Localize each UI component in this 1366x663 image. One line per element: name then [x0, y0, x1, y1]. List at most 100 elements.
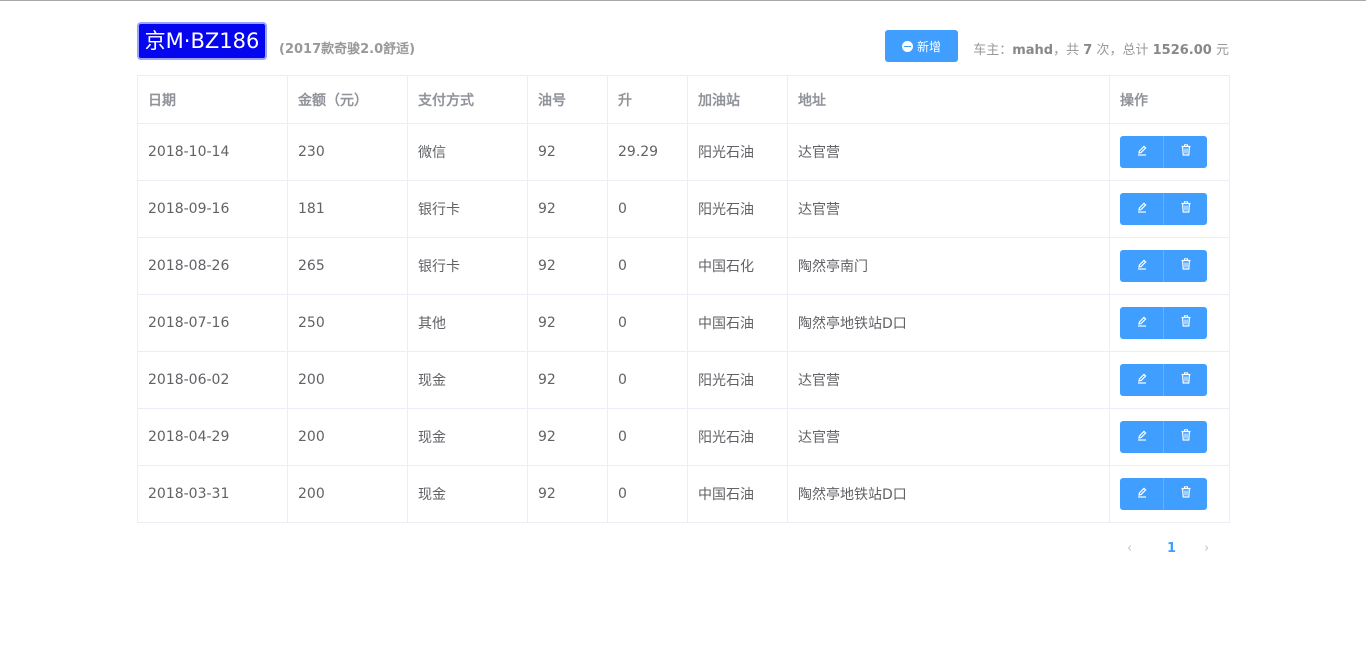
table-cell: 250	[287, 294, 408, 352]
column-header: 日期	[137, 75, 288, 124]
edit-button[interactable]	[1120, 307, 1164, 339]
delete-icon	[1180, 486, 1192, 502]
table-cell: 达官营	[787, 180, 1110, 238]
table-cell: 230	[287, 123, 408, 181]
edit-icon	[1136, 258, 1148, 274]
delete-icon	[1180, 429, 1192, 445]
table-cell: 0	[607, 351, 688, 409]
action-group	[1120, 136, 1219, 168]
table-cell: 2018-06-02	[137, 351, 288, 409]
table-cell: 200	[287, 408, 408, 466]
table-row: 2018-03-31 200 现金 92 0 中国石油 陶然亭地铁站D口	[137, 465, 1230, 523]
row-actions	[1109, 408, 1230, 466]
delete-button[interactable]	[1164, 250, 1207, 282]
table-cell: 中国石油	[687, 294, 788, 352]
owner-name: mahd	[1012, 43, 1054, 58]
table-cell: 92	[527, 294, 608, 352]
table-cell: 陶然亭南门	[787, 237, 1110, 295]
delete-button[interactable]	[1164, 136, 1207, 168]
table-cell: 0	[607, 408, 688, 466]
table-cell: 92	[527, 237, 608, 295]
table-cell: 阳光石油	[687, 123, 788, 181]
record-count: 7	[1083, 43, 1093, 58]
table-cell: 2018-04-29	[137, 408, 288, 466]
table-cell: 达官营	[787, 123, 1110, 181]
car-model: (2017款奇骏2.0舒适)	[279, 42, 416, 57]
table-cell: 92	[527, 408, 608, 466]
delete-icon	[1180, 372, 1192, 388]
summary: 车主：mahd，共 7 次，总计 1526.00 元	[973, 39, 1229, 58]
edit-button[interactable]	[1120, 478, 1164, 510]
table-row: 2018-09-16 181 银行卡 92 0 阳光石油 达官营	[137, 180, 1230, 238]
column-header: 地址	[787, 75, 1110, 124]
table-cell: 2018-07-16	[137, 294, 288, 352]
table-cell: 2018-03-31	[137, 465, 288, 523]
add-button[interactable]: 新增	[885, 30, 958, 62]
table-body: 2018-10-14 230 微信 92 29.29 阳光石油 达官营 2018-09-16 1…	[137, 123, 1230, 523]
row-actions	[1109, 237, 1230, 295]
table-cell: 其他	[407, 294, 528, 352]
delete-icon	[1180, 315, 1192, 331]
owner-prefix: 车主：	[973, 43, 1013, 58]
row-actions	[1109, 123, 1230, 181]
table-row: 2018-10-14 230 微信 92 29.29 阳光石油 达官营	[137, 123, 1230, 181]
edit-button[interactable]	[1120, 193, 1164, 225]
fuel-records-table: 日期 金额（元） 支付方式 油号升加油站 地址 操作 2018-10-14 230 微信 92 2…	[137, 75, 1230, 523]
table-cell: 现金	[407, 408, 528, 466]
chevron-left-icon[interactable]: ‹	[1127, 541, 1132, 556]
table-cell: 陶然亭地铁站D口	[787, 294, 1110, 352]
edit-button[interactable]	[1120, 136, 1164, 168]
table-row: 2018-04-29 200 现金 92 0 阳光石油 达官营	[137, 408, 1230, 466]
edit-icon	[1136, 144, 1148, 160]
edit-button[interactable]	[1120, 250, 1164, 282]
action-group	[1120, 250, 1219, 282]
action-group	[1120, 421, 1219, 453]
row-actions	[1109, 351, 1230, 409]
page-number[interactable]: 1	[1167, 541, 1176, 556]
edit-icon	[1136, 201, 1148, 217]
page-container: 京M·BZ186 (2017款奇骏2.0舒适) 新增 车主：mahd，共 7 次…	[137, 0, 1230, 577]
table-cell: 92	[527, 351, 608, 409]
table-header-row: 日期 金额（元） 支付方式 油号升加油站 地址 操作	[137, 75, 1230, 124]
license-plate: 京M·BZ186	[137, 22, 267, 60]
delete-button[interactable]	[1164, 307, 1207, 339]
total-unit: 元	[1215, 43, 1229, 58]
edit-icon	[1136, 429, 1148, 445]
table-cell: 阳光石油	[687, 408, 788, 466]
table-cell: 29.29	[607, 123, 688, 181]
table-cell: 银行卡	[407, 237, 528, 295]
edit-button[interactable]	[1120, 364, 1164, 396]
table-cell: 200	[287, 351, 408, 409]
delete-button[interactable]	[1164, 364, 1207, 396]
table-row: 2018-08-26 265 银行卡 92 0 中国石化 陶然亭南门	[137, 237, 1230, 295]
column-header: 油号	[527, 75, 608, 124]
table-row: 2018-06-02 200 现金 92 0 阳光石油 达官营	[137, 351, 1230, 409]
edit-icon	[1136, 486, 1148, 502]
table-cell: 0	[607, 294, 688, 352]
table-cell: 0	[607, 180, 688, 238]
table-cell: 现金	[407, 465, 528, 523]
column-header: 金额（元）	[287, 75, 408, 124]
chevron-right-icon[interactable]: ›	[1204, 541, 1209, 556]
table-row: 2018-07-16 250 其他 92 0 中国石油 陶然亭地铁站D口	[137, 294, 1230, 352]
delete-button[interactable]	[1164, 421, 1207, 453]
table-cell: 陶然亭地铁站D口	[787, 465, 1110, 523]
table-cell: 0	[607, 237, 688, 295]
table-cell: 达官营	[787, 351, 1110, 409]
column-header: 升	[607, 75, 688, 124]
add-button-label: 新增	[916, 39, 941, 54]
table-cell: 0	[607, 465, 688, 523]
table-cell: 2018-08-26	[137, 237, 288, 295]
column-header: 加油站	[687, 75, 788, 124]
action-group	[1120, 364, 1219, 396]
delete-icon	[1180, 144, 1192, 160]
edit-icon	[1136, 372, 1148, 388]
count-suffix: 次，总计	[1096, 43, 1149, 58]
edit-button[interactable]	[1120, 421, 1164, 453]
delete-icon	[1180, 201, 1192, 217]
row-actions	[1109, 294, 1230, 352]
delete-button[interactable]	[1164, 193, 1207, 225]
delete-button[interactable]	[1164, 478, 1207, 510]
edit-icon	[1136, 315, 1148, 331]
table-cell: 2018-10-14	[137, 123, 288, 181]
